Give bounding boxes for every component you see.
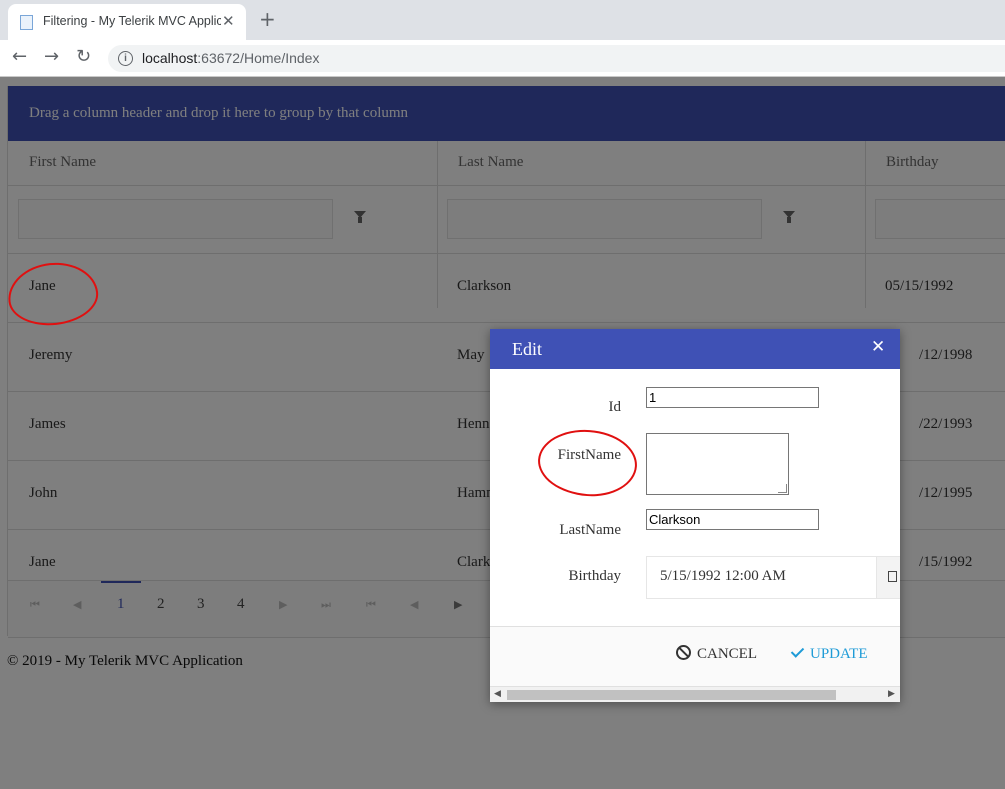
scroll-right-icon[interactable]: ▶ bbox=[888, 689, 895, 699]
birthday-label: Birthday bbox=[568, 568, 622, 584]
horizontal-scrollbar[interactable]: ◀ ▶ bbox=[490, 686, 900, 702]
calendar-icon bbox=[888, 571, 897, 582]
calendar-button[interactable] bbox=[876, 557, 900, 598]
new-tab-icon[interactable]: + bbox=[259, 9, 276, 29]
cancel-label: CANCEL bbox=[697, 646, 757, 662]
browser-toolbar: ← → ↻ i localhost:63672/Home/Index bbox=[0, 40, 1005, 77]
forward-arrow-icon[interactable]: → bbox=[44, 46, 59, 68]
reload-icon[interactable]: ↻ bbox=[76, 46, 91, 68]
dialog-button-bar: CANCEL UPDATE bbox=[490, 626, 900, 687]
firstname-field[interactable] bbox=[646, 433, 789, 495]
tab-close-icon[interactable]: ✕ bbox=[222, 12, 235, 30]
site-info-icon[interactable]: i bbox=[118, 51, 133, 66]
edit-dialog: Edit ✕ Id FirstName LastName Birthday 5/… bbox=[490, 329, 900, 702]
update-label: UPDATE bbox=[810, 646, 868, 662]
browser-tabbar: Filtering - My Telerik MVC Applic ✕ + bbox=[0, 0, 1005, 40]
check-icon bbox=[790, 644, 805, 658]
page-favicon-icon bbox=[20, 15, 33, 30]
scrollbar-thumb[interactable] bbox=[507, 690, 836, 700]
url-host: localhost bbox=[142, 50, 198, 66]
address-bar[interactable]: i localhost:63672/Home/Index bbox=[108, 45, 1005, 72]
tab-title: Filtering - My Telerik MVC Applic bbox=[43, 14, 221, 28]
dialog-titlebar: Edit ✕ bbox=[490, 329, 900, 369]
birthday-datepicker[interactable]: 5/15/1992 12:00 AM bbox=[646, 556, 900, 599]
url-text: localhost:63672/Home/Index bbox=[142, 50, 319, 66]
url-path: :63672/Home/Index bbox=[197, 50, 320, 66]
scroll-left-icon[interactable]: ◀ bbox=[494, 689, 501, 699]
lastname-field[interactable] bbox=[646, 509, 819, 530]
resize-handle-icon[interactable] bbox=[778, 484, 787, 493]
lastname-label: LastName bbox=[559, 522, 621, 538]
id-label: Id bbox=[608, 399, 622, 415]
back-arrow-icon[interactable]: ← bbox=[12, 46, 27, 68]
cancel-icon bbox=[676, 645, 691, 660]
browser-tab[interactable]: Filtering - My Telerik MVC Applic ✕ bbox=[8, 4, 246, 40]
cancel-button[interactable]: CANCEL bbox=[676, 645, 757, 663]
update-button[interactable]: UPDATE bbox=[790, 644, 868, 663]
close-icon[interactable]: ✕ bbox=[871, 337, 885, 357]
dialog-title: Edit bbox=[512, 339, 542, 359]
id-field[interactable] bbox=[646, 387, 819, 408]
birthday-value: 5/15/1992 12:00 AM bbox=[660, 568, 786, 584]
